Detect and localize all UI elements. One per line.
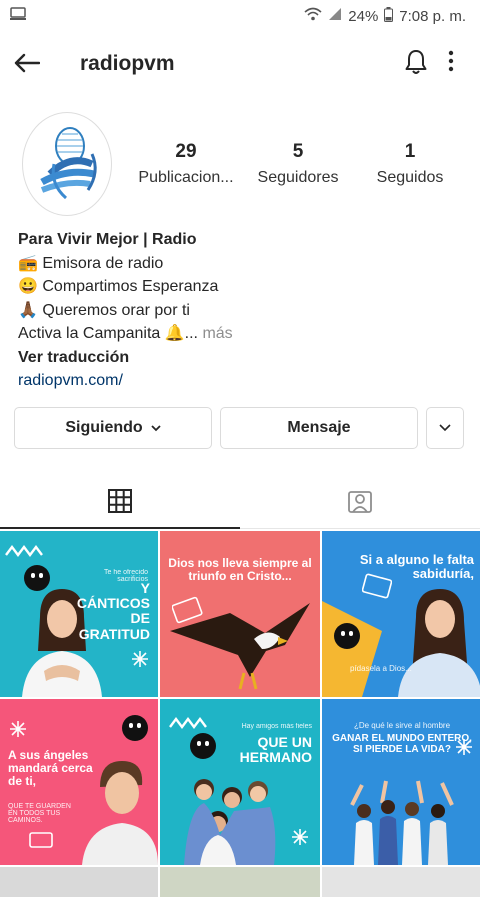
tab-tagged[interactable] [240, 479, 480, 528]
post-caption-small: ¿De qué le sirve al hombre [353, 720, 451, 730]
message-button[interactable]: Mensaje [220, 406, 418, 449]
clock: 7:08 p. m. [399, 7, 466, 25]
more-options-icon[interactable] [436, 50, 466, 78]
followers-label: Seguidores [257, 169, 339, 186]
notification-icon [10, 7, 26, 25]
bio-line: Activa la Campanita 🔔... más [18, 322, 462, 346]
smiley-icon [190, 732, 216, 759]
posts-stat[interactable]: 29 Publicacion... [130, 141, 242, 187]
chevron-down-icon [439, 419, 451, 437]
microphone-logo-icon [40, 127, 97, 200]
sparkle-icon [292, 828, 308, 845]
zigzag-decoration [169, 716, 207, 729]
bio-line-text: Activa la Campanita 🔔... [18, 325, 198, 342]
yellow-shape-decoration [322, 600, 382, 697]
posts-count: 29 [175, 141, 197, 162]
post-caption-small: pídasela a Dios... [350, 663, 412, 673]
post-caption-small: QUE TE GUARDEN EN TODOS TUS CAMINOS. [8, 802, 71, 824]
following-stat[interactable]: 1 Seguidos [354, 141, 466, 187]
posts-grid-next-row [0, 866, 480, 897]
app-bar: radiopvm [0, 32, 480, 96]
posts-label: Publicacion... [138, 169, 234, 186]
profile-bio: Para Vivir Mejor | Radio 📻 Emisora de ra… [0, 216, 480, 393]
see-translation-link[interactable]: Ver traducción [18, 346, 462, 370]
woman-photo [398, 588, 480, 697]
battery-icon [384, 6, 394, 26]
tab-grid[interactable] [0, 479, 240, 529]
followers-count: 5 [292, 141, 304, 162]
smiley-icon [334, 622, 360, 649]
followers-stat[interactable]: 5 Seguidores [242, 141, 354, 187]
wifi-icon [304, 7, 322, 25]
post-thumbnail[interactable] [0, 866, 158, 897]
avatar[interactable] [22, 112, 112, 216]
profile-actions: Siguiendo Mensaje [0, 393, 480, 449]
back-arrow-icon[interactable] [14, 49, 50, 80]
profile-username: radiopvm [80, 52, 175, 75]
bio-line: 😀 Compartimos Esperanza [18, 278, 219, 295]
profile-tabs [0, 479, 480, 529]
zigzag-decoration [5, 544, 43, 557]
notification-bell-icon[interactable] [396, 49, 436, 80]
sparkle-icon [132, 650, 148, 667]
post-thumbnail[interactable]: Hay amigos más fieles QUE UN HERMANO [160, 698, 320, 865]
signal-icon [328, 7, 342, 25]
tagged-person-icon [347, 488, 373, 519]
chevron-down-icon [151, 419, 161, 437]
man-photo [82, 760, 158, 865]
suggestions-dropdown-button[interactable] [426, 406, 464, 449]
profile-stats: 29 Publicacion... 5 Seguidores 1 Seguido… [130, 141, 466, 187]
radio-decoration-icon [362, 573, 392, 598]
smiley-icon [122, 714, 148, 741]
bio-name: Para Vivir Mejor | Radio [18, 231, 197, 248]
grid-icon [108, 488, 132, 518]
group-cheering-photo [350, 780, 454, 865]
friends-group-photo [184, 778, 276, 865]
status-bar: 24% 7:08 p. m. [0, 0, 480, 32]
following-count: 1 [404, 141, 416, 162]
following-button-label: Siguiendo [65, 418, 143, 436]
sparkle-icon [456, 738, 472, 755]
post-thumbnail[interactable] [322, 866, 480, 897]
following-label: Seguidos [376, 169, 444, 186]
post-thumbnail[interactable]: ¿De qué le sirve al hombre GANAR EL MUND… [322, 698, 480, 865]
post-caption: Dios nos lleva siempre al triunfo en Cri… [168, 555, 312, 583]
post-thumbnail[interactable] [160, 866, 320, 897]
radio-decoration-icon [29, 831, 53, 848]
posts-grid: Te he ofrecido sacrificios Y CÁNTICOS DE… [0, 529, 480, 865]
bio-line: 🙏🏾 Queremos orar por ti [18, 301, 190, 319]
post-caption-small: Hay amigos más fieles [241, 722, 312, 730]
post-thumbnail[interactable]: Te he ofrecido sacrificios Y CÁNTICOS DE… [0, 530, 158, 697]
sparkle-icon [10, 720, 26, 737]
website-link[interactable]: radiopvm.com/ [18, 369, 462, 393]
post-caption: Y CÁNTICOS DE GRATITUD [76, 579, 150, 642]
post-caption: GANAR EL MUNDO ENTERO, SI PIERDE LA VIDA… [332, 732, 472, 755]
following-button[interactable]: Siguiendo [14, 406, 212, 449]
message-button-label: Mensaje [287, 418, 351, 436]
post-caption: QUE UN HERMANO [239, 733, 312, 765]
battery-level: 24% [348, 7, 379, 25]
eagle-photo [170, 602, 310, 689]
profile-header: 29 Publicacion... 5 Seguidores 1 Seguido… [0, 96, 480, 216]
post-thumbnail[interactable]: A sus ángeles mandará cerca de ti, QUE T… [0, 698, 158, 865]
bio-line: 📻 Emisora de radio [18, 254, 164, 272]
bio-more-link[interactable]: más [202, 325, 232, 342]
post-thumbnail[interactable]: Si a alguno le falta sabiduría, pídasela… [322, 530, 480, 697]
post-thumbnail[interactable]: Dios nos lleva siempre al triunfo en Cri… [160, 530, 320, 697]
